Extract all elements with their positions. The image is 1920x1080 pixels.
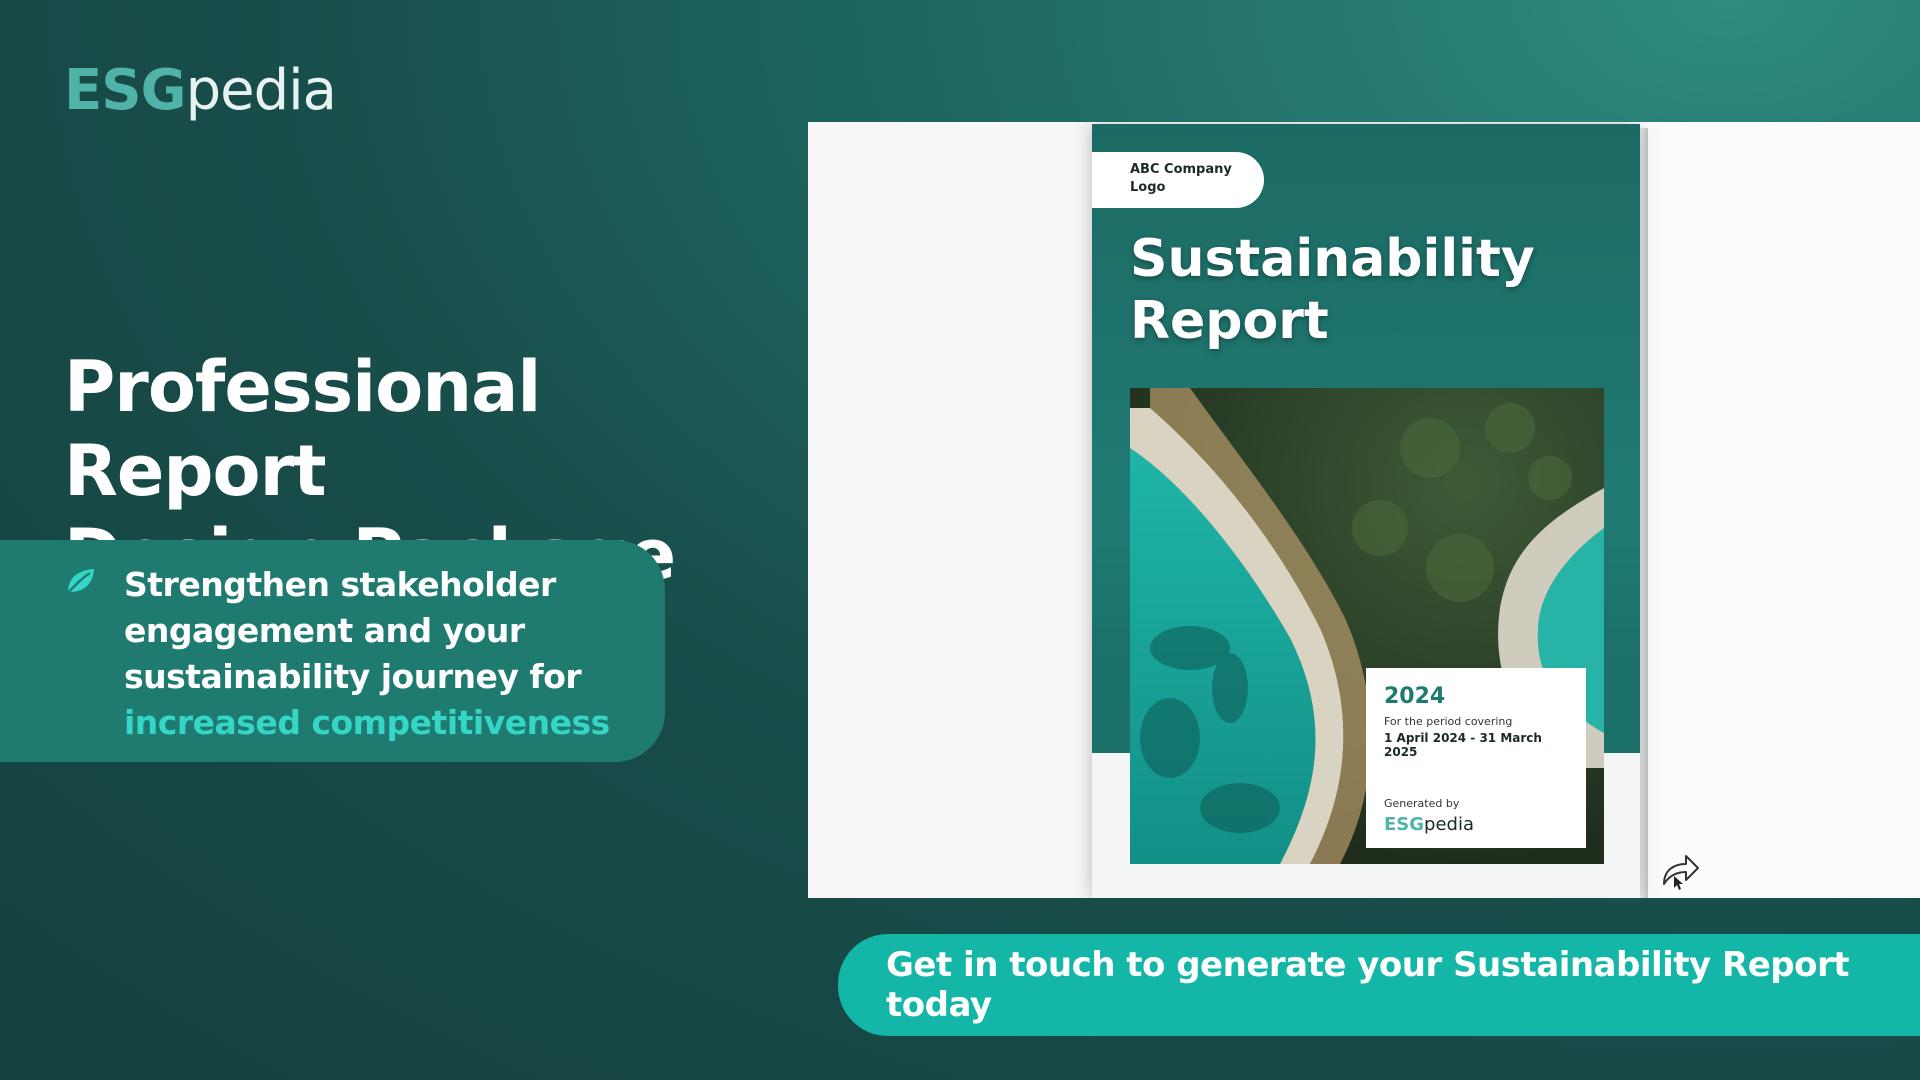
cta-label: Get in touch to generate your Sustainabi… — [886, 945, 1850, 1025]
preview-left-page — [808, 122, 1092, 898]
period-dates: 1 April 2024 - 31 March 2025 — [1384, 731, 1542, 759]
logo-pedia: pedia — [185, 58, 337, 123]
feature-card: Strengthen stakeholder engagement and yo… — [0, 540, 665, 762]
cover-title: Sustainability Report — [1130, 228, 1610, 352]
period-label: For the period covering — [1384, 715, 1513, 728]
feature-line-2: engagement and your — [124, 611, 525, 650]
feature-text: Strengthen stakeholder engagement and yo… — [124, 562, 625, 746]
report-cover: ABC Company Logo Sustainability Report 2… — [1092, 124, 1640, 898]
report-preview: ABC Company Logo Sustainability Report 2… — [808, 122, 1920, 898]
logo-esg: ESG — [64, 58, 187, 123]
company-logo-placeholder: ABC Company Logo — [1092, 152, 1264, 208]
feature-line-1: Strengthen stakeholder — [124, 565, 556, 604]
headline-line-1: Professional Report — [64, 346, 541, 512]
cover-title-line-1: Sustainability — [1130, 229, 1535, 289]
cover-brand-logo: ESGpedia — [1384, 814, 1568, 835]
cover-brand-pedia: pedia — [1424, 814, 1475, 835]
coastline-aerial-photo: 2024 For the period covering 1 April 202… — [1130, 388, 1604, 864]
cover-brand-esg: ESG — [1384, 814, 1425, 835]
cover-title-line-2: Report — [1130, 291, 1329, 351]
report-year: 2024 — [1384, 684, 1446, 709]
company-logo-line-2: Logo — [1130, 180, 1166, 195]
generated-by-label: Generated by — [1384, 797, 1460, 810]
page-turn-arrow-icon[interactable] — [1660, 850, 1702, 890]
cover-info-box: 2024 For the period covering 1 April 202… — [1366, 668, 1586, 848]
company-logo-line-1: ABC Company — [1130, 162, 1232, 177]
preview-right-page — [1650, 122, 1920, 898]
esgpedia-logo: ESGpedia — [64, 58, 337, 123]
cta-button[interactable]: Get in touch to generate your Sustainabi… — [838, 934, 1920, 1036]
feature-highlight: increased competitiveness — [124, 703, 610, 742]
feature-line-3: sustainability journey for — [124, 657, 582, 696]
leaf-icon — [67, 569, 94, 594]
